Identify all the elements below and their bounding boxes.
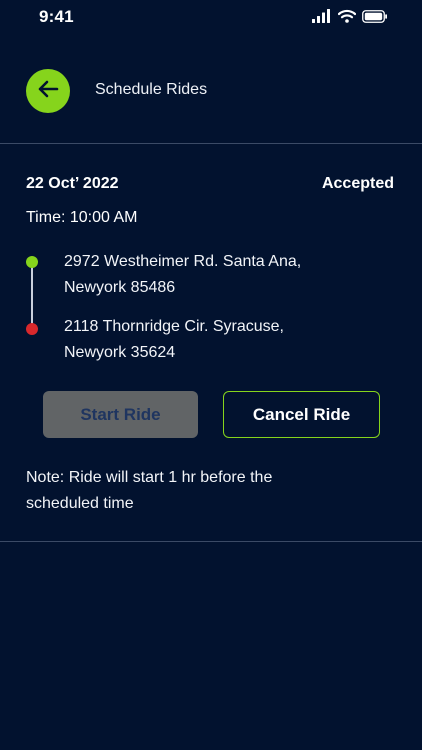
schedule-rides-screen: 9:41 Schedule Rides 22 Oct’ 2022 Accepte… — [0, 0, 422, 750]
schedule-note-line1: Note: Ride will start 1 hr before the — [26, 469, 273, 486]
app-header: Schedule Rides — [0, 60, 422, 122]
pickup-address-line2: Newyork 85486 — [64, 279, 176, 296]
status-time: 9:41 — [39, 7, 74, 26]
pickup-address-line1: 2972 Westheimer Rd. Santa Ana, — [64, 253, 302, 270]
schedule-note-line2: scheduled time — [26, 495, 134, 512]
ride-time: Time: 10:00 AM — [26, 209, 138, 226]
status-bar: 9:41 — [0, 0, 422, 36]
schedule-note: Note: Ride will start 1 hr before the sc… — [26, 465, 366, 517]
wifi-icon — [338, 9, 356, 23]
back-button[interactable] — [26, 69, 70, 113]
battery-icon — [362, 9, 388, 23]
card-divider — [0, 541, 422, 542]
status-icons — [312, 9, 388, 23]
arrow-left-icon — [37, 80, 59, 103]
header-divider — [0, 143, 422, 144]
cellular-signal-icon — [312, 9, 332, 23]
pickup-marker-icon — [26, 256, 38, 268]
ride-date: 22 Oct’ 2022 — [26, 175, 119, 192]
drop-marker-icon — [26, 323, 38, 335]
route-connector-line — [31, 263, 33, 327]
cancel-ride-button[interactable]: Cancel Ride — [223, 391, 380, 438]
start-ride-button[interactable]: Start Ride — [43, 391, 198, 438]
status-badge: Accepted — [321, 175, 394, 192]
page-title: Schedule Rides — [95, 81, 208, 98]
drop-address-line1: 2118 Thornridge Cir. Syracuse, — [64, 318, 284, 335]
pickup-address: 2972 Westheimer Rd. Santa Ana, Newyork 8… — [64, 249, 301, 301]
drop-address: 2118 Thornridge Cir. Syracuse, Newyork 3… — [64, 314, 284, 366]
drop-address-line2: Newyork 35624 — [64, 344, 176, 361]
